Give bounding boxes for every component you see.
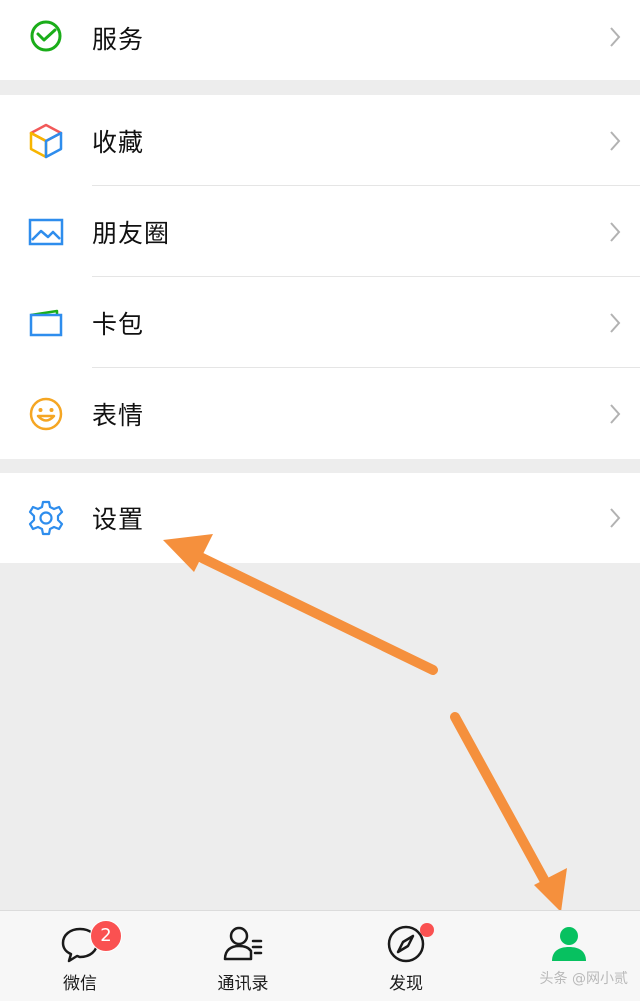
menu-item-moments[interactable]: 朋友圈 [0, 186, 640, 277]
tab-contacts[interactable]: 通讯录 [163, 911, 323, 1001]
chevron-right-icon [610, 403, 621, 424]
menu-item-label: 设置 [92, 505, 145, 534]
moments-picture-icon [28, 218, 64, 245]
new-content-dot [420, 923, 434, 937]
menu-item-favorites[interactable]: 收藏 [0, 95, 640, 186]
chevron-right-icon [610, 221, 621, 242]
sticker-smiley-icon [29, 397, 63, 430]
chevron-right-icon [610, 312, 621, 333]
menu-group-services: 服务 [0, 0, 640, 80]
service-wallet-icon [30, 20, 62, 52]
menu-item-label: 朋友圈 [92, 218, 171, 248]
menu-group-settings: 设置 [0, 473, 640, 563]
menu-group-main: 收藏 朋友圈 卡包 表情 [0, 95, 640, 459]
contacts-icon [223, 926, 263, 961]
menu-item-services[interactable]: 服务 [0, 0, 640, 80]
chevron-right-icon [610, 27, 621, 47]
tab-label: 通讯录 [217, 974, 269, 994]
menu-item-settings[interactable]: 设置 [0, 473, 640, 563]
settings-gear-icon [28, 500, 64, 536]
chevron-right-icon [610, 130, 621, 151]
tab-label: 发现 [389, 974, 423, 994]
unread-badge: 2 [90, 920, 122, 952]
favorites-cube-icon [29, 123, 63, 158]
menu-item-label: 服务 [92, 25, 145, 54]
tab-label: 微信 [63, 974, 97, 994]
tab-chats[interactable]: 2 微信 [0, 911, 160, 1001]
menu-item-label: 卡包 [92, 309, 145, 339]
arrow-to-me-tab [450, 712, 567, 912]
menu-item-card-wallet[interactable]: 卡包 [0, 277, 640, 368]
menu-item-stickers[interactable]: 表情 [0, 368, 640, 459]
tab-discover[interactable]: 发现 [326, 911, 486, 1001]
menu-item-label: 表情 [92, 400, 145, 430]
me-person-icon [552, 927, 586, 961]
chevron-right-icon [610, 508, 621, 528]
watermark: 头条 @网小贰 [539, 971, 628, 987]
card-wallet-icon [29, 309, 63, 336]
menu-item-label: 收藏 [92, 127, 145, 157]
